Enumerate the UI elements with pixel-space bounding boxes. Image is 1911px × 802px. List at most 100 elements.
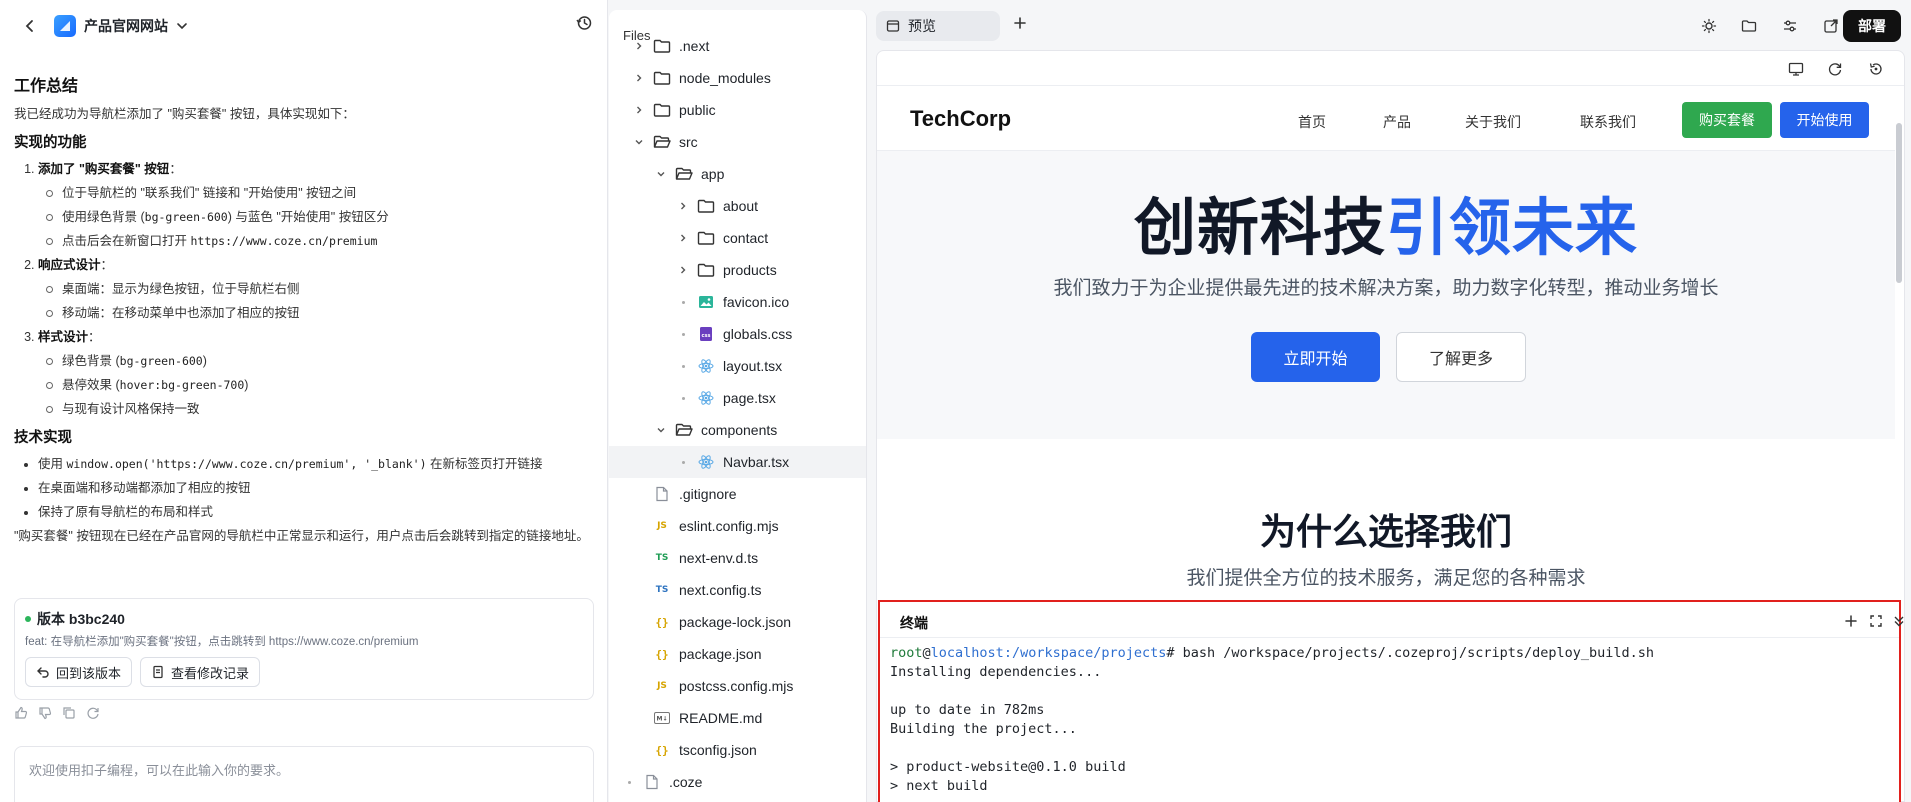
app-logo-icon — [54, 15, 76, 37]
reload-preview-button[interactable] — [1825, 59, 1845, 79]
collapse-terminal-button[interactable] — [1890, 612, 1908, 630]
revert-version-button[interactable]: 回到该版本 — [25, 657, 133, 687]
file-tree-item[interactable]: src — [609, 126, 866, 158]
conclusion: "购买套餐" 按钮现在已经在产品官网的导航栏中正常显示和运行，用户点击后会跳转到… — [14, 528, 589, 543]
start-now-button[interactable]: 立即开始 — [1251, 332, 1380, 382]
features-list: 添加了 "购买套餐" 按钮： 位于导航栏的 "联系我们" 链接和 "开始使用" … — [14, 159, 593, 419]
file-tree-item[interactable]: {} package-lock.json — [609, 606, 866, 638]
terminal-line: Building the project... — [890, 721, 1077, 737]
react-file-icon — [697, 390, 715, 406]
settings-button[interactable] — [1778, 14, 1802, 38]
feature-subitem: 位于导航栏的 "联系我们" 链接和 "开始使用" 按钮之间 — [46, 183, 593, 203]
file-tree-item[interactable]: public — [609, 94, 866, 126]
nav-link-about[interactable]: 关于我们 — [1465, 112, 1521, 132]
file-tree-item[interactable]: {} tsconfig.json — [609, 734, 866, 766]
regenerate-button[interactable] — [86, 706, 100, 720]
view-changes-button[interactable]: 查看修改记录 — [140, 657, 261, 687]
why-us-subtitle: 我们提供全方位的技术服务，满足您的各种需求 — [1186, 568, 1586, 589]
file-tree-item[interactable]: about — [609, 190, 866, 222]
restart-preview-button[interactable] — [1866, 59, 1886, 79]
image-file-icon — [697, 295, 715, 309]
file-tree-item[interactable]: TS next-env.d.ts — [609, 542, 866, 574]
chevron-right-icon[interactable] — [633, 73, 645, 83]
file-tree-item[interactable]: page.tsx — [609, 382, 866, 414]
nav-link-home[interactable]: 首页 — [1298, 112, 1326, 132]
nav-link-products[interactable]: 产品 — [1383, 112, 1411, 132]
chevron-right-icon[interactable] — [633, 105, 645, 115]
chat-message: 工作总结 我已经成功为导航栏添加了 "购买套餐" 按钮，具体实现如下： 实现的功… — [0, 52, 607, 546]
tree-dot — [677, 332, 689, 336]
chat-input[interactable] — [29, 763, 579, 778]
sliders-icon — [1784, 20, 1796, 32]
chevron-down-icon[interactable] — [655, 169, 667, 179]
open-external-button[interactable] — [1819, 14, 1843, 38]
copy-icon — [63, 707, 75, 719]
file-tree-item[interactable]: contact — [609, 222, 866, 254]
device-preview-button[interactable] — [1786, 59, 1806, 79]
thumbs-down-button[interactable] — [38, 706, 52, 720]
file-tree-item[interactable]: TS next.config.ts — [609, 574, 866, 606]
file-tree-item-label: eslint.config.mjs — [679, 518, 779, 534]
chevron-right-icon[interactable] — [677, 265, 689, 275]
chat-header: 产品官网网站 — [0, 0, 607, 52]
folder-icon — [653, 38, 671, 54]
copy-button[interactable] — [62, 706, 76, 720]
json-file-icon: {} — [655, 743, 669, 757]
file-tree-item[interactable]: Navbar.tsx — [609, 446, 866, 478]
back-button[interactable] — [16, 12, 44, 40]
json-file-icon: {} — [655, 647, 669, 661]
feature-item: 样式设计： 绿色背景 (bg-green-600) 悬停效果 (hover:bg… — [38, 327, 593, 419]
tech-item: 在桌面端和移动端都添加了相应的按钮 — [38, 478, 593, 498]
preview-scrollbar[interactable] — [1896, 123, 1902, 283]
file-tree-item[interactable]: layout.tsx — [609, 350, 866, 382]
file-tree-item-label: favicon.ico — [723, 294, 790, 310]
file-tree-item[interactable]: css globals.css — [609, 318, 866, 350]
file-tree-item[interactable]: .gitignore — [609, 478, 866, 510]
file-tree-item[interactable]: products — [609, 254, 866, 286]
file-tree-item[interactable]: M↓ README.md — [609, 702, 866, 734]
nav-link-contact[interactable]: 联系我们 — [1580, 112, 1636, 132]
file-tree-item[interactable]: favicon.ico — [609, 286, 866, 318]
theme-toggle-button[interactable] — [1697, 14, 1721, 38]
chevron-down-icon — [177, 23, 187, 30]
sun-icon — [1701, 18, 1717, 34]
hero-subtitle: 我们致力于为企业提供最先进的技术解决方案，助力数字化转型，推动业务增长 — [1053, 278, 1719, 299]
deploy-button[interactable]: 部署 — [1843, 10, 1901, 42]
file-tree-item[interactable]: node_modules — [609, 62, 866, 94]
buy-plan-button[interactable]: 购买套餐 — [1682, 102, 1772, 138]
project-switcher[interactable] — [176, 20, 188, 32]
history-button[interactable] — [575, 14, 593, 35]
file-tree-item[interactable]: components — [609, 414, 866, 446]
chevron-down-icon[interactable] — [655, 425, 667, 435]
file-tree-item[interactable]: JS eslint.config.mjs — [609, 510, 866, 542]
file-tree-item[interactable]: app — [609, 158, 866, 190]
chevron-right-icon[interactable] — [677, 201, 689, 211]
maximize-terminal-button[interactable] — [1867, 612, 1885, 630]
get-started-button[interactable]: 开始使用 — [1780, 102, 1869, 138]
version-title: 版本 b3bc240 — [37, 611, 125, 627]
file-tree-item[interactable]: JS postcss.config.mjs — [609, 670, 866, 702]
site-brand-logo[interactable]: TechCorp — [910, 106, 1011, 132]
thumbs-up-button[interactable] — [14, 706, 28, 720]
tab-preview[interactable]: 预览 — [876, 11, 1000, 41]
folder-button[interactable] — [1737, 14, 1761, 38]
tree-dot — [677, 396, 689, 400]
terminal-title: 终端 — [900, 615, 928, 631]
learn-more-button[interactable]: 了解更多 — [1396, 332, 1526, 382]
undo-icon — [37, 667, 49, 678]
chevron-right-icon[interactable] — [677, 233, 689, 243]
tech-item: 使用 window.open('https://www.coze.cn/prem… — [38, 454, 593, 474]
preview-toolbar — [877, 51, 1904, 86]
terminal-panel: 终端 root@localhost:/workspace/projects# b… — [878, 600, 1904, 802]
add-tab-button[interactable] — [1012, 15, 1028, 34]
chevron-down-icon[interactable] — [633, 137, 645, 147]
refresh-icon — [87, 707, 99, 719]
new-terminal-button[interactable] — [1842, 612, 1860, 630]
file-tree-item-label: products — [723, 262, 777, 278]
file-tree-item[interactable]: {} package.json — [609, 638, 866, 670]
folder-icon — [653, 102, 671, 118]
terminal-output[interactable]: root@localhost:/workspace/projects# bash… — [880, 638, 1899, 802]
chevron-right-icon[interactable] — [633, 41, 645, 51]
file-tree-item[interactable]: .next — [609, 30, 866, 62]
file-tree-item[interactable]: .coze — [609, 766, 866, 798]
